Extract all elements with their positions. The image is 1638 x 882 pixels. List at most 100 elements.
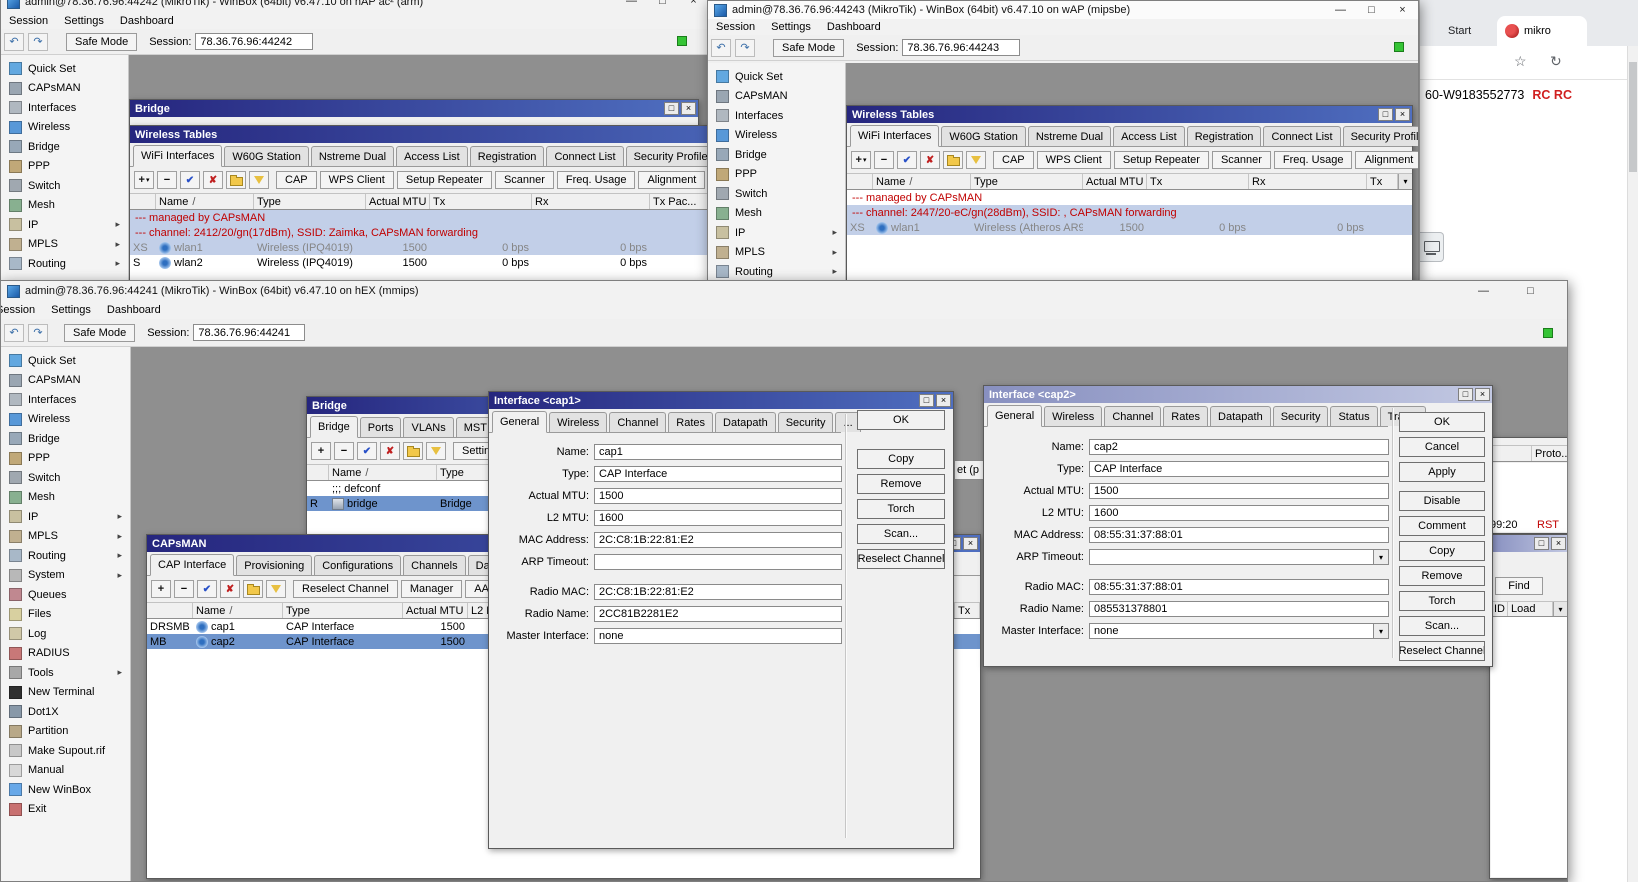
column-header[interactable]: Name / <box>193 603 283 618</box>
bridge-window-titlebar[interactable]: Bridge □× <box>130 100 698 117</box>
field-input[interactable]: CAP Interface <box>1089 461 1389 477</box>
column-select-arrow[interactable]: ▾ <box>1398 174 1412 189</box>
column-header[interactable]: Rx <box>1249 174 1367 189</box>
sidebar-item[interactable]: Log <box>1 624 130 644</box>
sidebar-item[interactable]: Interfaces <box>1 390 130 410</box>
tab[interactable]: Nstreme Dual <box>1027 126 1112 146</box>
toolbar-button[interactable]: Scanner <box>1211 151 1271 169</box>
remove-button[interactable]: − <box>334 442 354 460</box>
table-row[interactable]: XS wlan1 Wireless (Atheros AR9... 1500 0… <box>847 220 1412 235</box>
bookmark-star-icon[interactable]: ☆ <box>1514 53 1527 70</box>
column-header[interactable]: Proto... <box>1532 446 1567 461</box>
dialog-button[interactable]: Torch <box>857 499 945 519</box>
sidebar-item[interactable]: Quick Set <box>1 351 130 371</box>
dialog-button[interactable]: Remove <box>857 474 945 494</box>
browser-tab-previous[interactable]: Start <box>1448 25 1471 37</box>
dialog-button[interactable]: Reselect Channel <box>1399 641 1485 661</box>
tab[interactable]: Access List <box>396 146 468 166</box>
titlebar[interactable]: admin@78.36.76.96:44241 (MikroTik) - Win… <box>1 281 1567 301</box>
menu-item[interactable]: Session <box>9 15 48 27</box>
dialog-button[interactable]: Scan... <box>1399 616 1485 636</box>
redo-button[interactable]: ↷ <box>735 38 755 57</box>
sidebar-item[interactable]: IP ▸ <box>708 223 845 243</box>
sidebar-item[interactable]: Queues <box>1 585 130 605</box>
find-button[interactable]: Find <box>1495 577 1543 595</box>
comment-button[interactable] <box>943 151 963 169</box>
column-header[interactable]: Tx Pac... <box>650 194 709 209</box>
add-button[interactable]: + <box>311 442 331 460</box>
tab[interactable]: Channel <box>609 412 667 432</box>
close-button[interactable]: × <box>678 0 709 13</box>
maximize-button[interactable]: □ <box>1534 537 1549 550</box>
field-input[interactable]: 2CC81B2281E2 <box>594 606 842 622</box>
sidebar-item[interactable]: CAPsMAN <box>1 79 128 99</box>
field-input[interactable]: 2C:C8:1B:22:81:E2 <box>594 584 842 600</box>
sidebar-item[interactable]: Exit <box>1 800 130 820</box>
column-header[interactable]: Type <box>283 603 403 618</box>
maximize-button[interactable]: □ <box>1507 281 1554 301</box>
dialog-titlebar[interactable]: Interface <cap2> □ × <box>984 386 1492 403</box>
column-header[interactable]: Type <box>254 194 366 209</box>
safe-mode-button[interactable]: Safe Mode <box>64 323 136 342</box>
column-select-arrow[interactable]: ▾ <box>1553 602 1567 616</box>
tab[interactable]: Datapath <box>1210 406 1271 426</box>
field-input[interactable]: 085531378801 <box>1089 601 1389 617</box>
field-input[interactable]: cap2 <box>1089 439 1389 455</box>
redo-button[interactable]: ↷ <box>28 32 48 51</box>
filter-button[interactable] <box>266 580 286 598</box>
tab[interactable]: Bridge <box>310 416 358 438</box>
sidebar-item[interactable]: CAPsMAN <box>708 87 845 107</box>
field-input[interactable]: 08:55:31:37:88:01 <box>1089 527 1389 543</box>
menu-item[interactable]: Settings <box>51 304 91 316</box>
remove-button[interactable]: − <box>874 151 894 169</box>
tab[interactable]: Wireless <box>549 412 608 432</box>
sidebar-item[interactable]: Routing ▸ <box>708 262 845 282</box>
tab[interactable]: Security <box>777 412 834 432</box>
minimize-button[interactable]: — <box>1460 281 1507 301</box>
tab[interactable]: Access List <box>1113 126 1185 146</box>
add-button[interactable]: + ▾ <box>134 171 154 189</box>
maximize-button[interactable]: □ <box>647 0 678 13</box>
menu-item[interactable]: Dashboard <box>827 21 881 33</box>
dialog-button[interactable]: Comment <box>1399 516 1485 536</box>
toolbar-button[interactable]: Alignment <box>1355 151 1418 169</box>
column-header[interactable]: Tx <box>1367 174 1398 189</box>
enable-button[interactable]: ✔ <box>897 151 917 169</box>
column-header[interactable] <box>130 194 156 209</box>
sidebar-item[interactable]: Bridge <box>1 137 128 157</box>
sidebar-item[interactable]: PPP <box>1 449 130 469</box>
enable-button[interactable]: ✔ <box>180 171 200 189</box>
disable-button[interactable]: ✘ <box>920 151 940 169</box>
tab[interactable]: WiFi Interfaces <box>850 125 940 147</box>
toolbar-button[interactable]: Manager <box>400 580 463 598</box>
sidebar-item[interactable]: Quick Set <box>1 59 128 79</box>
menu-item[interactable]: Dashboard <box>120 15 174 27</box>
sidebar-item[interactable]: Switch <box>1 468 130 488</box>
column-header[interactable]: Name / <box>329 465 437 480</box>
column-header[interactable]: Name / <box>873 174 971 189</box>
table-row[interactable]: --- managed by CAPsMAN <box>130 210 709 225</box>
sidebar-item[interactable]: Routing ▸ <box>1 546 130 566</box>
column-header[interactable]: Load <box>1508 602 1553 616</box>
maximize-button[interactable]: □ <box>1356 1 1387 19</box>
tab[interactable]: WiFi Interfaces <box>133 145 223 167</box>
column-header[interactable]: Name / <box>156 194 254 209</box>
add-button[interactable]: + ▾ <box>851 151 871 169</box>
sidebar-item[interactable]: MPLS ▸ <box>1 235 128 255</box>
undo-button[interactable]: ↶ <box>4 32 24 51</box>
tab[interactable]: Connect List <box>546 146 624 166</box>
tab[interactable]: CAP Interface <box>150 554 235 576</box>
tab[interactable]: Rates <box>668 412 714 432</box>
tab[interactable]: Security Profiles <box>1342 126 1418 146</box>
column-header[interactable]: Tx <box>1147 174 1249 189</box>
dialog-button[interactable]: Scan... <box>857 524 945 544</box>
sidebar-item[interactable]: Quick Set <box>708 67 845 87</box>
sidebar-item[interactable]: Bridge <box>1 429 130 449</box>
dialog-button[interactable]: Copy <box>857 449 945 469</box>
tab[interactable]: Configurations <box>314 555 402 575</box>
column-header[interactable] <box>147 603 193 618</box>
maximize-button[interactable]: □ <box>1458 388 1473 401</box>
titlebar[interactable]: admin@78.36.76.96:44243 (MikroTik) - Win… <box>708 1 1418 19</box>
disable-button[interactable]: ✘ <box>380 442 400 460</box>
undo-button[interactable]: ↶ <box>4 323 24 342</box>
